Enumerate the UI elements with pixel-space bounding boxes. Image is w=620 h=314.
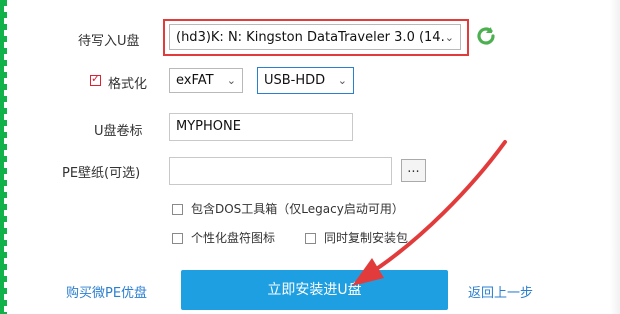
arrow-annotation-icon [352,140,507,286]
